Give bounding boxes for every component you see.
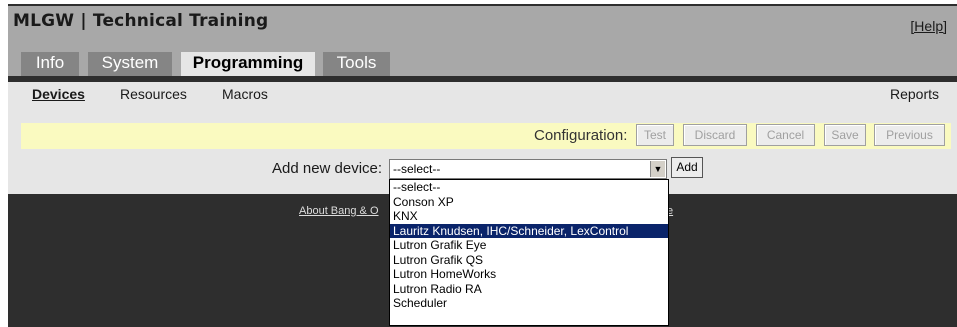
device-select-value: --select--: [393, 162, 441, 176]
cancel-button[interactable]: Cancel: [756, 124, 815, 146]
add-device-label: Add new device:: [272, 160, 383, 177]
dropdown-option-highlighted[interactable]: Lauritz Knudsen, IHC/Schneider, LexContr…: [390, 223, 668, 238]
subnav-reports[interactable]: Reports: [890, 86, 939, 102]
add-device-button[interactable]: Add: [671, 157, 703, 178]
subnav-devices[interactable]: Devices: [32, 86, 85, 102]
tab-tools[interactable]: Tools: [323, 52, 390, 76]
configuration-label: Configuration:: [534, 127, 628, 144]
chevron-down-icon[interactable]: ▼: [650, 161, 665, 177]
previous-button[interactable]: Previous: [874, 124, 945, 146]
dropdown-option[interactable]: Lutron HomeWorks: [390, 267, 668, 282]
dropdown-option[interactable]: Lutron Radio RA: [390, 282, 668, 297]
test-button[interactable]: Test: [636, 124, 674, 146]
subnav-resources[interactable]: Resources: [120, 86, 187, 102]
subnav-macros[interactable]: Macros: [222, 86, 268, 102]
dropdown-option[interactable]: Lutron Grafik QS: [390, 253, 668, 268]
tab-programming[interactable]: Programming: [181, 52, 315, 76]
app-title: MLGW | Technical Training: [13, 11, 269, 31]
dropdown-option[interactable]: Conson XP: [390, 195, 668, 210]
save-button[interactable]: Save: [824, 124, 866, 146]
discard-button[interactable]: Discard: [683, 124, 747, 146]
tab-system[interactable]: System: [88, 52, 172, 76]
tab-info[interactable]: Info: [21, 52, 79, 76]
footer-link[interactable]: About Bang & O: [299, 205, 387, 217]
dropdown-option[interactable]: --select--: [390, 180, 668, 195]
device-dropdown-list: --select-- Conson XP KNX Lauritz Knudsen…: [389, 179, 669, 326]
dropdown-option[interactable]: KNX: [390, 209, 668, 224]
dropdown-option[interactable]: Scheduler: [390, 296, 668, 311]
device-select[interactable]: --select-- ▼: [389, 159, 667, 179]
help-link[interactable]: [Help]: [910, 18, 947, 34]
dropdown-option[interactable]: Lutron Grafik Eye: [390, 238, 668, 253]
